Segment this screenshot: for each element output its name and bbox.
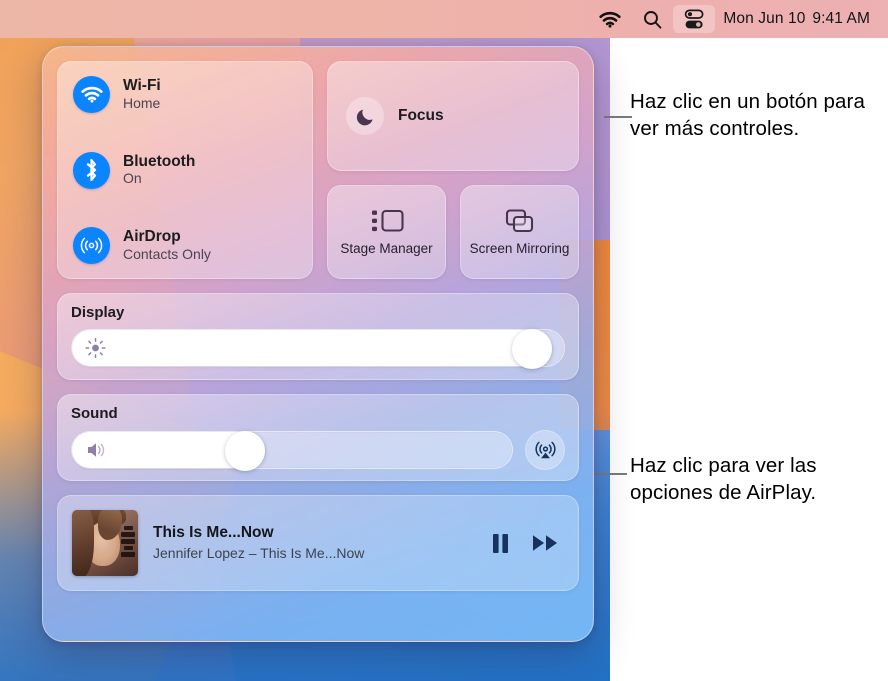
now-playing-card: This Is Me...Now Jennifer Lopez – This I… — [57, 495, 579, 591]
bluetooth-row[interactable]: Bluetooth On — [73, 151, 298, 189]
focus-button[interactable]: Focus — [327, 61, 579, 171]
moon-icon — [346, 97, 384, 135]
screen-mirroring-label: Screen Mirroring — [469, 240, 570, 256]
callout-leader-line-1 — [604, 116, 632, 118]
artwork-detail — [72, 510, 94, 576]
menubar-spotlight-item[interactable] — [632, 5, 673, 33]
brightness-icon — [85, 337, 106, 359]
bluetooth-icon[interactable] — [73, 151, 110, 189]
callout-1: Haz clic en un botón para ver más contro… — [630, 88, 880, 143]
wifi-title: Wi-Fi — [123, 77, 161, 95]
screen-mirroring-button[interactable]: Screen Mirroring — [460, 185, 579, 279]
artwork-title-overlay — [120, 526, 136, 570]
menubar-wifi-item[interactable] — [588, 5, 632, 33]
sound-slider-wrapper — [71, 431, 513, 471]
display-slider-fill — [72, 330, 553, 366]
airdrop-title: AirDrop — [123, 228, 181, 246]
airplay-button[interactable] — [525, 430, 565, 470]
bluetooth-title: Bluetooth — [123, 152, 196, 170]
menubar-date-text: Mon Jun 10 — [723, 10, 806, 27]
menu-bar: Mon Jun 10 9:41 AM — [0, 0, 888, 38]
now-playing-controls — [491, 532, 560, 555]
airplay-icon — [534, 439, 557, 462]
control-center-panel: Wi-Fi Home Bluetooth On AirDrop Contacts… — [42, 46, 594, 642]
callout-2-text: Haz clic para ver las opciones de AirPla… — [630, 454, 817, 505]
screen-mirroring-icon — [502, 208, 538, 234]
control-center-top-row: Wi-Fi Home Bluetooth On AirDrop Contacts… — [57, 61, 579, 279]
airdrop-text-group: AirDrop Contacts Only — [123, 228, 211, 262]
bluetooth-text-group: Bluetooth On — [123, 153, 195, 187]
control-center-tiles-row: Stage Manager Screen Mirroring — [327, 185, 579, 279]
sound-slider-knob[interactable] — [224, 431, 265, 471]
connectivity-card: Wi-Fi Home Bluetooth On AirDrop Contacts… — [57, 61, 313, 279]
airdrop-subtitle: Contacts Only — [123, 245, 211, 262]
stage-manager-label: Stage Manager — [340, 240, 433, 256]
menubar-clock[interactable]: Mon Jun 10 9:41 AM — [715, 10, 888, 28]
fast-forward-icon[interactable] — [532, 533, 560, 553]
search-icon — [643, 10, 662, 29]
airdrop-icon[interactable] — [73, 227, 110, 264]
bluetooth-subtitle: On — [123, 170, 142, 187]
menubar-control-center-item[interactable] — [673, 5, 716, 33]
wifi-text-group: Wi-Fi Home — [123, 77, 161, 111]
display-brightness-slider[interactable] — [71, 329, 565, 369]
display-title: Display — [71, 304, 125, 321]
menubar-time-text: 9:41 AM — [812, 10, 870, 27]
callout-1-text: Haz clic en un botón para ver más contro… — [630, 90, 865, 141]
now-playing-title: This Is Me...Now — [153, 523, 274, 541]
album-artwork[interactable] — [72, 510, 138, 576]
sound-volume-slider[interactable] — [71, 431, 513, 471]
display-card: Display — [57, 293, 579, 380]
sound-control-row — [71, 430, 565, 471]
wifi-icon[interactable] — [73, 76, 110, 113]
stage-manager-button[interactable]: Stage Manager — [327, 185, 446, 279]
sound-title: Sound — [71, 405, 118, 422]
control-center-icon — [684, 9, 704, 30]
wifi-row[interactable]: Wi-Fi Home — [73, 76, 298, 113]
sound-card: Sound — [57, 394, 579, 481]
airdrop-row[interactable]: AirDrop Contacts Only — [73, 227, 298, 264]
now-playing-text-group: This Is Me...Now Jennifer Lopez – This I… — [153, 524, 476, 562]
focus-label: Focus — [398, 107, 444, 124]
stage-manager-icon — [368, 208, 406, 234]
display-slider-knob[interactable] — [512, 329, 553, 369]
control-center-right-column: Focus Stage Manager Screen Mirroring — [327, 61, 579, 279]
wifi-icon — [599, 11, 622, 28]
callout-2: Haz clic para ver las opciones de AirPla… — [630, 452, 882, 507]
wifi-subtitle: Home — [123, 94, 161, 111]
speaker-icon — [85, 440, 111, 460]
pause-icon[interactable] — [491, 532, 510, 555]
now-playing-subtitle: Jennifer Lopez – This Is Me...Now — [153, 545, 365, 562]
menu-bar-status-items: Mon Jun 10 9:41 AM — [588, 5, 888, 33]
